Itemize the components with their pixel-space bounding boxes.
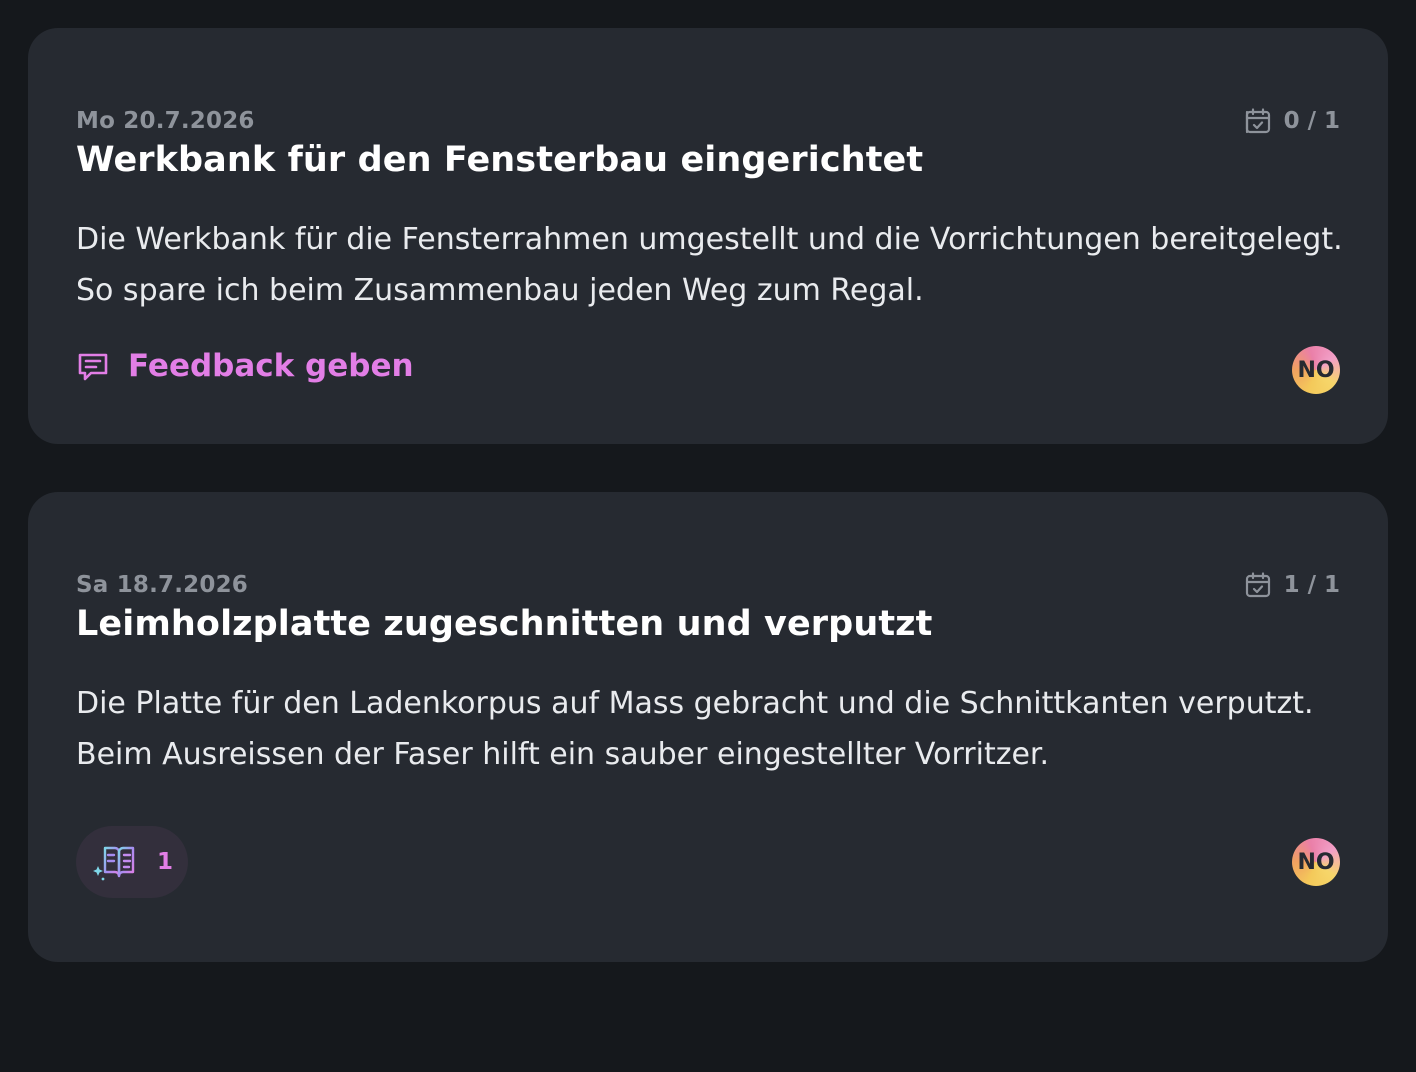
entry-body-line: Die Platte für den Ladenkorpus auf Mass …: [76, 686, 1314, 721]
entry-date: Sa 18.7.2026: [76, 572, 248, 598]
avatar[interactable]: NO: [1292, 838, 1340, 886]
entry-date: Mo 20.7.2026: [76, 108, 255, 134]
avatar[interactable]: NO: [1292, 346, 1340, 394]
entry-body-line: Die Werkbank für die Fensterrahmen umges…: [76, 222, 1343, 257]
entry-body: Die Werkbank für die Fensterrahmen umges…: [76, 214, 1346, 316]
comment-icon: [76, 349, 110, 383]
sparkle-book-icon: [91, 842, 145, 882]
calendar-check-icon: [1244, 107, 1272, 135]
task-count: 0 / 1: [1283, 108, 1340, 134]
entry-title: Leimholzplatte zugeschnitten und verputz…: [76, 604, 933, 644]
ai-feedback-chip[interactable]: 1: [76, 826, 188, 898]
entry-body: Die Platte für den Ladenkorpus auf Mass …: [76, 678, 1346, 780]
entry-card[interactable]: Sa 18.7.2026 1 / 1 Leimholzplatte zugesc…: [28, 492, 1388, 962]
task-count: 1 / 1: [1283, 572, 1340, 598]
entry-feed: Mo 20.7.2026 0 / 1 Werkbank für den Fens…: [28, 28, 1388, 962]
task-counter: 1 / 1: [1244, 571, 1340, 599]
feedback-label: Feedback geben: [128, 348, 414, 384]
task-counter: 0 / 1: [1244, 107, 1340, 135]
feedback-button[interactable]: Feedback geben: [76, 348, 414, 384]
ai-feedback-count: 1: [156, 849, 173, 875]
entry-title: Werkbank für den Fensterbau eingerichtet: [76, 140, 924, 180]
entry-body-line: Beim Ausreissen der Faser hilft ein saub…: [76, 737, 1050, 772]
calendar-check-icon: [1244, 571, 1272, 599]
entry-card[interactable]: Mo 20.7.2026 0 / 1 Werkbank für den Fens…: [28, 28, 1388, 444]
entry-body-line: So spare ich beim Zusammenbau jeden Weg …: [76, 273, 924, 308]
